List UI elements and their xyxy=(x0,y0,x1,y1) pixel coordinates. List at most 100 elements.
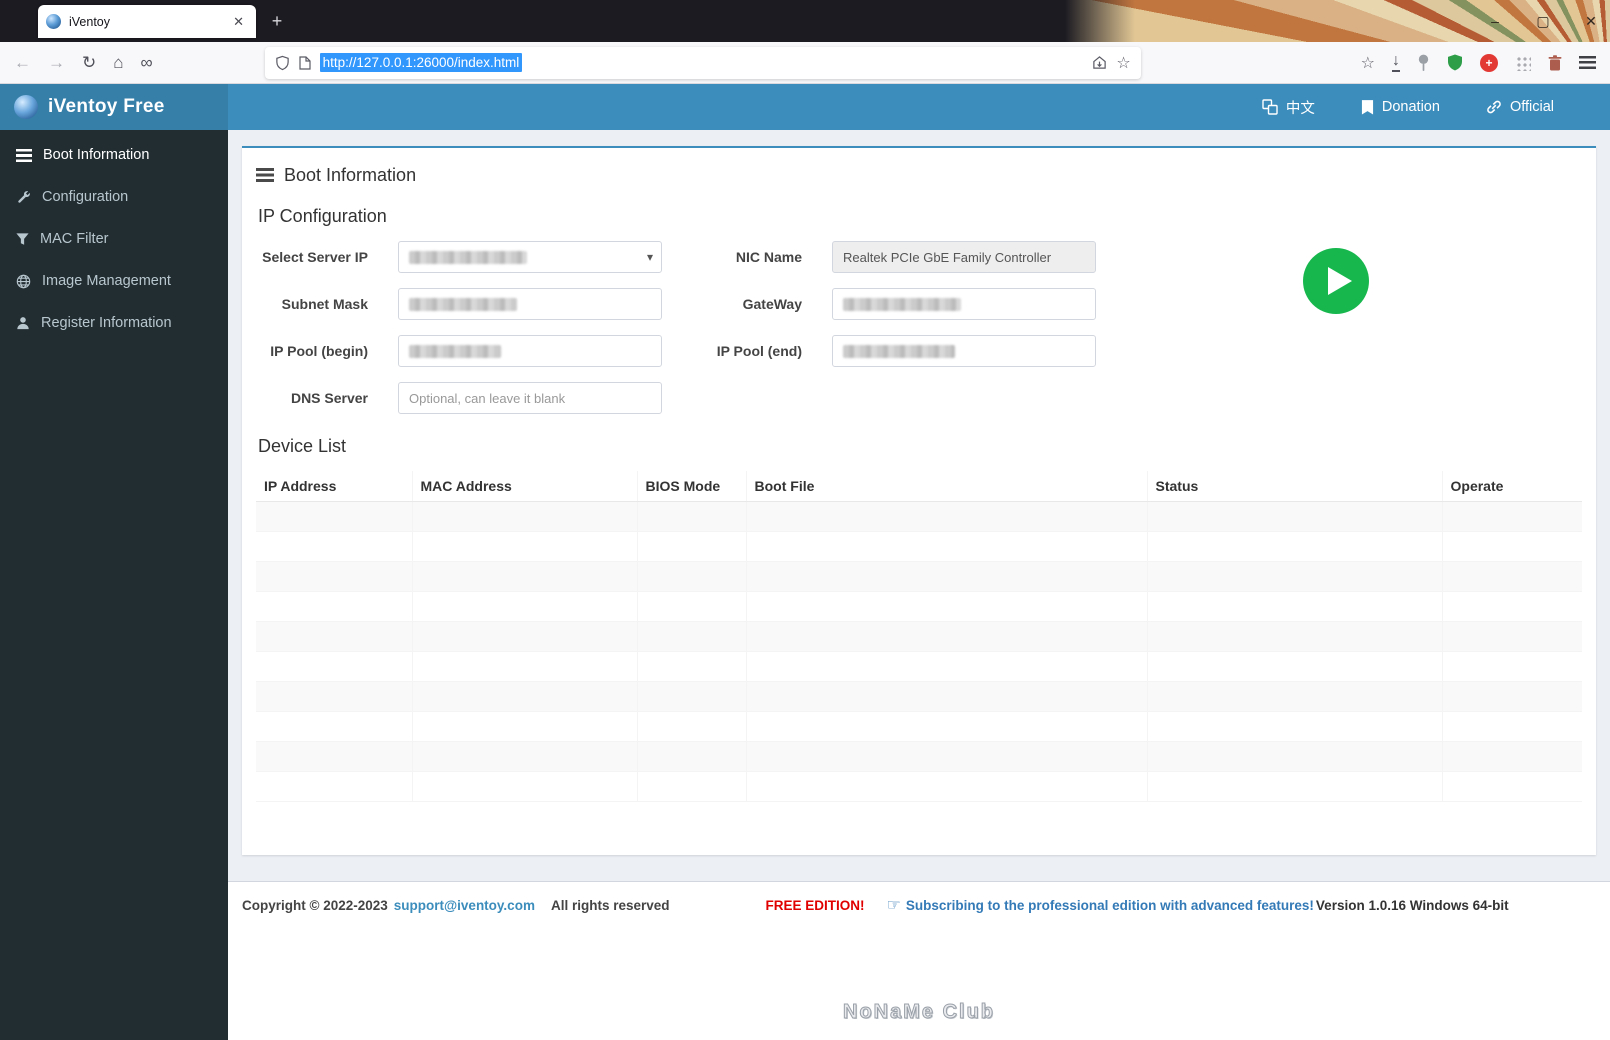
new-tab-button[interactable]: + xyxy=(264,8,290,34)
extensions-grid-icon[interactable] xyxy=(1515,54,1531,71)
sidebar-item-label: Register Information xyxy=(41,315,172,331)
browser-tab-bar: iVentoy ✕ + – ▢ ✕ xyxy=(0,0,1610,42)
tab-close-icon[interactable]: ✕ xyxy=(229,12,248,32)
restore-button[interactable]: ▢ xyxy=(1534,13,1552,30)
col-ip-address: IP Address xyxy=(256,471,413,502)
redacted-value xyxy=(843,344,955,358)
col-status: Status xyxy=(1147,471,1443,502)
nic-name-label: NIC Name xyxy=(735,249,802,265)
sidebar-item-boot-information[interactable]: Boot Information xyxy=(0,134,228,176)
subscribe-link[interactable]: Subscribing to the professional edition … xyxy=(906,898,1314,913)
globe-icon xyxy=(16,274,31,288)
col-bios-mode: BIOS Mode xyxy=(637,471,747,502)
tab-title: iVentoy xyxy=(69,14,111,29)
version-label: Version 1.0.16 Windows 64-bit xyxy=(1315,897,1509,913)
hand-pointer-icon: ☞ xyxy=(886,897,901,914)
save-to-pocket-icon[interactable] xyxy=(1092,55,1107,70)
window-close-button[interactable]: ✕ xyxy=(1582,13,1600,30)
header-nav-official[interactable]: Official xyxy=(1486,99,1554,115)
subnet-mask-field[interactable] xyxy=(398,288,662,320)
sidebar-item-label: Image Management xyxy=(42,273,171,289)
device-row-empty xyxy=(256,501,1582,532)
user-icon xyxy=(17,317,29,330)
device-row-empty xyxy=(256,681,1582,712)
url-bar[interactable]: http://127.0.0.1:26000/index.html ☆ xyxy=(264,46,1141,79)
redacted-value xyxy=(843,297,961,311)
pin-extension-icon[interactable] xyxy=(1417,54,1430,71)
sidebar-item-register-information[interactable]: Register Information xyxy=(0,302,228,344)
watermark: NoNaMe Club xyxy=(843,1001,995,1024)
app-brand[interactable]: iVentoy Free xyxy=(0,84,228,130)
ip-pool-end-label: IP Pool (end) xyxy=(716,343,802,359)
page-info-icon[interactable] xyxy=(299,55,311,70)
sidebar-item-label: Boot Information xyxy=(43,147,150,163)
header-nav-official-label: Official xyxy=(1509,99,1554,115)
device-table-header-row: IP Address MAC Address BIOS Mode Boot Fi… xyxy=(256,471,1582,502)
page-title: Boot Information xyxy=(284,164,417,185)
sidebar-item-configuration[interactable]: Configuration xyxy=(0,176,228,218)
ip-pool-begin-field[interactable] xyxy=(398,335,662,367)
sidebar-item-mac-filter[interactable]: MAC Filter xyxy=(0,218,228,260)
tab-favicon-globe-icon xyxy=(46,14,61,29)
header-nav-donation[interactable]: Donation xyxy=(1361,99,1440,115)
funnel-icon xyxy=(16,233,29,245)
trash-extension-icon[interactable] xyxy=(1548,54,1562,71)
browser-window: iVentoy ✕ + – ▢ ✕ ← → ↻ ⌂ ∞ http://127.0… xyxy=(0,0,1610,1040)
play-icon xyxy=(1327,267,1352,295)
wrench-icon xyxy=(18,190,30,203)
redacted-value xyxy=(409,344,501,358)
green-shield-extension-icon[interactable] xyxy=(1447,54,1463,71)
bookmark-star-icon[interactable]: ☆ xyxy=(1116,53,1130,73)
sidebar-item-label: Configuration xyxy=(42,189,129,205)
ip-configuration-heading: IP Configuration xyxy=(258,206,387,226)
boot-information-card: Boot Information IP Configuration Select… xyxy=(242,146,1596,855)
content-area: Boot Information IP Configuration Select… xyxy=(228,130,1610,1040)
sidebar-item-image-management[interactable]: Image Management xyxy=(0,260,228,302)
extension-icon-group: ☆ ↓ + xyxy=(1361,53,1610,73)
header-nav-language[interactable]: 中文 xyxy=(1262,97,1315,118)
dns-server-label: DNS Server xyxy=(290,390,368,406)
redacted-value xyxy=(409,250,527,264)
form-row-2: Subnet Mask GateWay xyxy=(256,288,1582,320)
shield-star-extension-icon[interactable]: ☆ xyxy=(1361,53,1375,73)
shield-icon[interactable] xyxy=(275,55,290,71)
server-ip-select[interactable]: ▾ xyxy=(398,241,662,273)
device-row-empty xyxy=(256,771,1582,802)
card-title-row: Boot Information xyxy=(256,160,1582,190)
start-boot-service-button[interactable] xyxy=(1303,248,1369,314)
device-row-empty xyxy=(256,591,1582,622)
url-text-selected[interactable]: http://127.0.0.1:26000/index.html xyxy=(319,53,523,72)
form-row-3: IP Pool (begin) IP Pool (end) xyxy=(256,335,1582,367)
ip-pool-end-field[interactable] xyxy=(832,335,1096,367)
red-circle-extension-icon[interactable]: + xyxy=(1480,53,1498,72)
app-header: iVentoy Free 中文 Donation Official xyxy=(0,84,1610,130)
reload-button[interactable]: ↻ xyxy=(82,53,96,73)
dns-server-field[interactable] xyxy=(398,382,662,414)
select-server-ip-label: Select Server IP xyxy=(262,249,368,265)
list-icon xyxy=(16,148,32,162)
header-nav: 中文 Donation Official xyxy=(228,84,1610,130)
page-layout: Boot Information Configuration MAC Filte… xyxy=(0,130,1610,1040)
device-row-empty xyxy=(256,621,1582,652)
header-nav-language-label: 中文 xyxy=(1285,100,1315,117)
sidebar: Boot Information Configuration MAC Filte… xyxy=(0,130,228,1040)
gateway-field[interactable] xyxy=(832,288,1096,320)
browser-tab[interactable]: iVentoy ✕ xyxy=(38,5,256,38)
extension-infinity-icon[interactable]: ∞ xyxy=(141,53,153,73)
minimize-button[interactable]: – xyxy=(1486,13,1504,29)
dns-server-input[interactable] xyxy=(409,383,651,413)
support-email-link[interactable]: support@iventoy.com xyxy=(394,898,535,913)
device-row-empty xyxy=(256,711,1582,742)
copyright-label: Copyright © 2022-2023 xyxy=(242,897,388,913)
menu-hamburger-icon[interactable] xyxy=(1579,56,1596,69)
downloads-icon[interactable]: ↓ xyxy=(1392,53,1400,72)
redacted-value xyxy=(409,297,517,311)
back-button[interactable]: ← xyxy=(14,53,31,73)
col-operate: Operate xyxy=(1442,471,1582,502)
forward-button[interactable]: → xyxy=(48,53,65,73)
iventoy-globe-logo-icon xyxy=(14,95,38,119)
ip-pool-begin-label: IP Pool (begin) xyxy=(270,343,368,359)
home-button[interactable]: ⌂ xyxy=(113,53,123,73)
window-controls: – ▢ ✕ xyxy=(1486,0,1600,42)
subnet-mask-label: Subnet Mask xyxy=(281,296,368,312)
